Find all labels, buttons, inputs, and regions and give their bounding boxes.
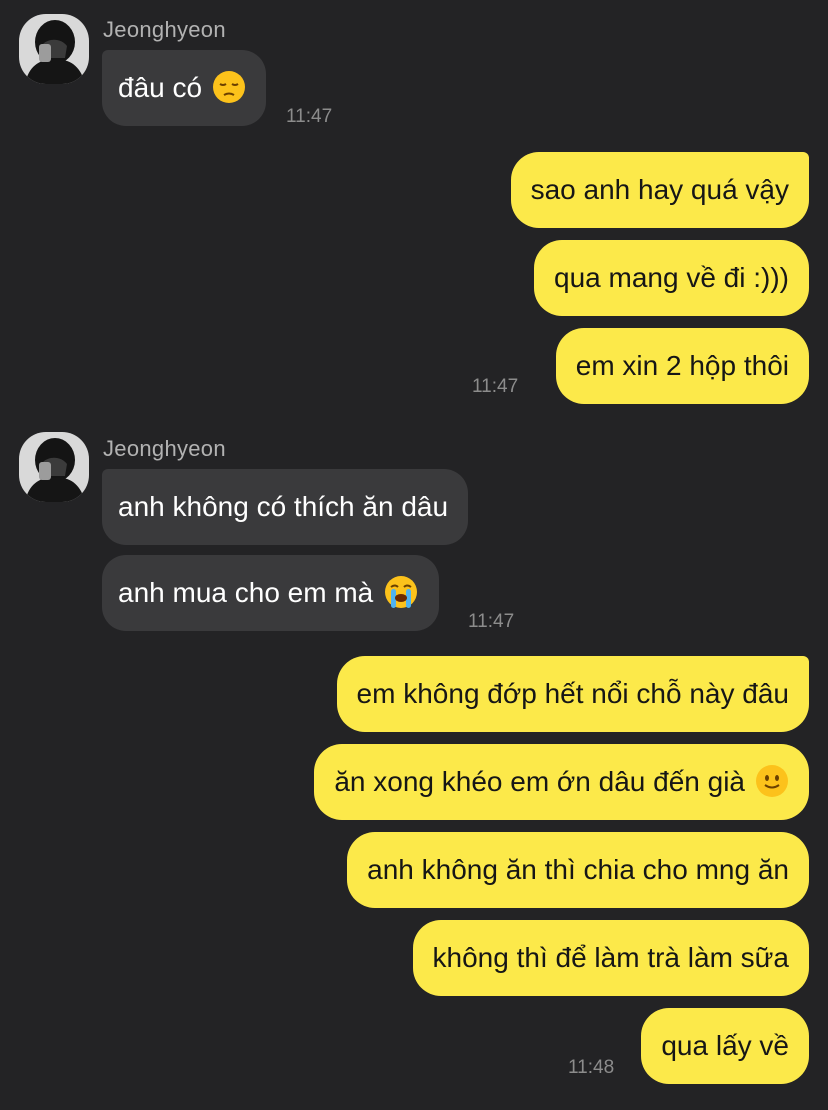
message-text: không thì để làm trà làm sữa — [432, 942, 789, 973]
sender-name: Jeonghyeon — [103, 17, 226, 42]
timestamp: 11:47 — [468, 611, 515, 632]
message-text: qua mang về đi :))) — [554, 262, 789, 293]
message-text: qua lấy về — [661, 1030, 789, 1061]
sender-name: Jeonghyeon — [103, 436, 226, 461]
message-text: em không đớp hết nổi chỗ này đâu — [356, 678, 789, 709]
message-text: anh không ăn thì chia cho mng ăn — [367, 854, 789, 885]
message-bubble[interactable]: anh mua cho em mà — [102, 555, 440, 631]
message-text: anh mua cho em mà — [118, 577, 374, 608]
message-text: đâu có — [118, 72, 203, 103]
message-bubble[interactable]: không thì để làm trà làm sữa — [412, 920, 809, 996]
message-bubble[interactable]: anh không có thích ăn dâu — [102, 469, 469, 545]
timestamp: 11:47 — [472, 376, 519, 397]
chat-area: Jeonghyeon đâu có 11:47 sao anh hay quá … — [0, 0, 828, 1110]
message-bubble[interactable]: qua lấy về — [641, 1008, 809, 1084]
pensive-face-icon — [212, 70, 246, 104]
timestamp: 11:48 — [568, 1057, 615, 1078]
message-text: em xin 2 hộp thôi — [575, 350, 789, 381]
message-bubble[interactable]: sao anh hay quá vậy — [510, 152, 809, 228]
message-text: ăn xong khéo em ớn dâu đến già — [334, 766, 745, 797]
message-bubble[interactable]: em không đớp hết nổi chỗ này đâu — [336, 656, 809, 732]
message-text: sao anh hay quá vậy — [530, 174, 789, 205]
message-bubble[interactable]: anh không ăn thì chia cho mng ăn — [347, 832, 809, 908]
message-bubble[interactable]: em xin 2 hộp thôi — [555, 328, 809, 404]
sender-avatar[interactable] — [19, 432, 89, 502]
message-bubble[interactable]: qua mang về đi :))) — [534, 240, 809, 316]
slightly-smiling-face-icon — [755, 764, 789, 798]
sender-avatar[interactable] — [19, 14, 89, 84]
message-bubble[interactable]: đâu có — [102, 50, 267, 126]
timestamp: 11:47 — [286, 106, 333, 127]
message-bubble[interactable]: ăn xong khéo em ớn dâu đến già — [314, 744, 809, 820]
message-text: anh không có thích ăn dâu — [118, 491, 449, 522]
loudly-crying-face-icon — [383, 574, 419, 610]
